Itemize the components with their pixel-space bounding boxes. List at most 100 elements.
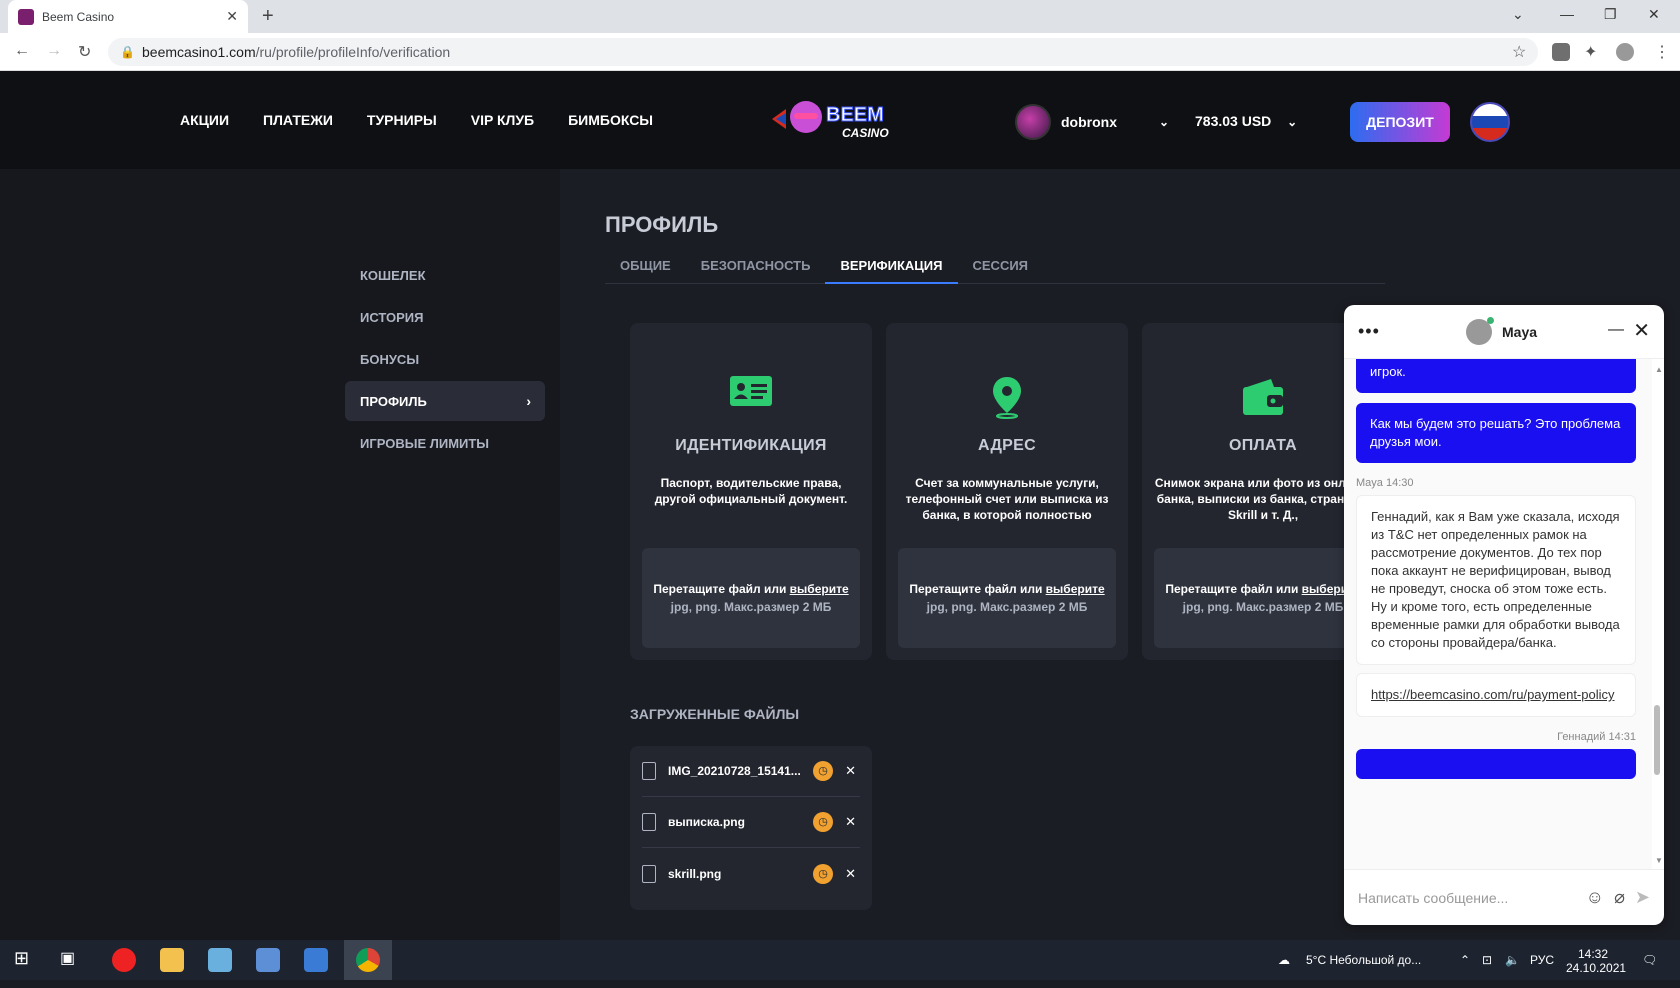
new-tab-button[interactable]: + (262, 5, 274, 27)
chat-close-icon[interactable]: ✕ (1633, 318, 1650, 343)
attach-icon[interactable]: ⌀ (1614, 887, 1625, 908)
scroll-down-icon[interactable]: ▼ (1655, 856, 1663, 865)
profile-icon[interactable] (1616, 43, 1634, 61)
remove-file-icon[interactable]: ✕ (845, 866, 856, 882)
nav-payments[interactable]: ПЛАТЕЖИ (263, 112, 333, 128)
tab-verification[interactable]: ВЕРИФИКАЦИЯ (825, 248, 958, 284)
scrollbar-thumb[interactable] (1654, 705, 1660, 775)
send-icon[interactable]: ➤ (1635, 887, 1650, 908)
file-icon (642, 762, 656, 780)
browser-tab[interactable]: Beem Casino ✕ (8, 0, 248, 33)
file-icon (642, 864, 656, 883)
maximize-window-icon[interactable]: ❐ (1604, 6, 1617, 23)
sidebar: КОШЕЛЕК ИСТОРИЯ БОНУСЫ ПРОФИЛЬ › ИГРОВЫЕ … (0, 169, 560, 940)
list-item: выписка.png ◷ ✕ (642, 797, 860, 848)
close-window-icon[interactable]: ✕ (1648, 6, 1660, 23)
menu-kebab-icon[interactable]: ⋮ (1654, 42, 1670, 62)
network-app-icon[interactable] (256, 948, 280, 972)
chat-agent: Maya (1466, 317, 1537, 345)
sidebar-item-label: КОШЕЛЕК (360, 267, 426, 283)
tab-search-icon[interactable]: ⌄ (1512, 6, 1524, 23)
remove-file-icon[interactable]: ✕ (845, 763, 856, 779)
language-flag-icon[interactable] (1470, 102, 1510, 142)
language-indicator[interactable]: РУС (1530, 940, 1554, 980)
file-dropzone[interactable]: Перетащите файл или выберите jpg, png. М… (898, 548, 1116, 648)
file-dropzone[interactable]: Перетащите файл или выберите jpg, png. М… (1154, 548, 1372, 648)
site-logo[interactable]: BEEM CASINO (772, 95, 910, 143)
chat-message-meta: Геннадий 14:31 (1557, 731, 1636, 743)
file-explorer-icon[interactable] (160, 948, 184, 972)
dropzone-text: Перетащите файл или (909, 582, 1046, 596)
notifications-icon[interactable]: 🗨 (1642, 940, 1657, 980)
balance-menu[interactable]: 783.03 USD ⌄ (1195, 113, 1297, 129)
remove-file-icon[interactable]: ✕ (845, 814, 856, 830)
tab-close-icon[interactable]: ✕ (226, 8, 238, 25)
chrome-taskbar-active[interactable] (344, 940, 392, 980)
calculator-icon[interactable] (304, 948, 328, 972)
chat-input-area: Написать сообщение... ☺ ⌀ ➤ (1344, 869, 1664, 925)
chat-message-input[interactable]: Написать сообщение... (1358, 890, 1576, 906)
nav-promotions[interactable]: АКЦИИ (180, 112, 229, 128)
deposit-button[interactable]: ДЕПОЗИТ (1350, 102, 1450, 142)
chat-messages: игрок. Как мы будем это решать? Это проб… (1344, 359, 1652, 869)
sidebar-item-wallet[interactable]: КОШЕЛЕК (345, 255, 545, 295)
back-icon[interactable]: ← (14, 42, 30, 60)
windows-start-icon[interactable]: ⊞ (14, 948, 38, 972)
verification-card-address: АДРЕС Счет за коммунальные услуги, телеф… (886, 323, 1128, 660)
paint-icon[interactable] (208, 948, 232, 972)
sidebar-item-bonuses[interactable]: БОНУСЫ (345, 339, 545, 379)
nav-vip-club[interactable]: VIP КЛУБ (471, 112, 534, 128)
file-icon (642, 813, 656, 831)
clock-date[interactable]: 24.10.2021 (1566, 948, 1626, 988)
svg-text:CASINO: CASINO (842, 126, 889, 140)
nav-beamboxes[interactable]: БИМБОКСЫ (568, 112, 653, 128)
minimize-window-icon[interactable]: — (1560, 6, 1574, 22)
extension-icon[interactable] (1552, 43, 1570, 61)
weather-text[interactable]: 5°C Небольшой до... (1306, 940, 1421, 980)
svg-text:BEEM: BEEM (826, 104, 884, 126)
yandex-browser-icon[interactable] (112, 948, 136, 972)
chevron-right-icon: › (526, 393, 531, 409)
nav-tournaments[interactable]: ТУРНИРЫ (367, 112, 437, 128)
chat-link[interactable]: https://beemcasino.com/ru/payment-policy (1371, 687, 1615, 702)
reload-icon[interactable]: ↻ (78, 42, 91, 62)
sidebar-item-label: БОНУСЫ (360, 351, 420, 367)
sidebar-item-profile[interactable]: ПРОФИЛЬ › (345, 381, 545, 421)
chat-minimize-icon[interactable]: — (1608, 321, 1624, 339)
sidebar-item-label: ИСТОРИЯ (360, 309, 424, 325)
volume-icon[interactable]: 🔈 (1505, 940, 1520, 980)
chevron-down-icon: ⌄ (1159, 115, 1170, 129)
chat-message-incoming: https://beemcasino.com/ru/payment-policy (1356, 673, 1636, 717)
chat-widget: ••• Maya — ✕ игрок. Как мы будем это реш… (1344, 305, 1664, 925)
network-icon[interactable]: ⊡ (1482, 940, 1492, 980)
task-view-icon[interactable]: ▣ (60, 948, 84, 972)
extensions-puzzle-icon[interactable]: ✦ (1584, 42, 1597, 62)
chat-message-incoming: Геннадий, как я Вам уже сказала, исходя … (1356, 495, 1636, 665)
card-title: АДРЕС (978, 437, 1036, 454)
tray-expand-icon[interactable]: ⌃ (1460, 940, 1470, 980)
tab-security[interactable]: БЕЗОПАСНОСТЬ (686, 248, 826, 284)
scroll-up-icon[interactable]: ▲ (1655, 365, 1663, 374)
chat-scrollbar[interactable]: ▲ ▼ (1654, 365, 1663, 865)
sidebar-item-history[interactable]: ИСТОРИЯ (345, 297, 545, 337)
chat-message-meta: Maya 14:30 (1356, 477, 1414, 489)
dropzone-hint: jpg, png. Макс.размер 2 МБ (926, 600, 1088, 614)
chat-message-outgoing: Как мы будем это решать? Это проблема др… (1356, 403, 1636, 463)
emoji-icon[interactable]: ☺ (1586, 887, 1604, 908)
lock-icon: 🔒 (120, 45, 135, 59)
choose-file-link[interactable]: выберите (790, 582, 849, 596)
forward-icon[interactable]: → (46, 42, 62, 60)
sidebar-item-game-limits[interactable]: ИГРОВЫЕ ЛИМИТЫ (345, 423, 545, 463)
file-dropzone[interactable]: Перетащите файл или выберите jpg, png. М… (642, 548, 860, 648)
file-name: IMG_20210728_15141... (668, 764, 801, 778)
choose-file-link[interactable]: выберите (1046, 582, 1105, 596)
chat-options-icon[interactable]: ••• (1358, 321, 1380, 342)
tab-session[interactable]: СЕССИЯ (958, 248, 1044, 284)
tab-title: Beem Casino (42, 9, 115, 24)
avatar (1466, 317, 1494, 345)
bookmark-star-icon[interactable]: ☆ (1512, 42, 1526, 62)
tab-general[interactable]: ОБЩИЕ (605, 248, 686, 284)
url-input[interactable]: 🔒 beemcasino1.com/ru/profile/profileInfo… (108, 38, 1538, 66)
user-menu[interactable]: dobronx ⌄ (1015, 104, 1169, 140)
profile-tabs: ОБЩИЕ БЕЗОПАСНОСТЬ ВЕРИФИКАЦИЯ СЕССИЯ (605, 248, 1385, 284)
